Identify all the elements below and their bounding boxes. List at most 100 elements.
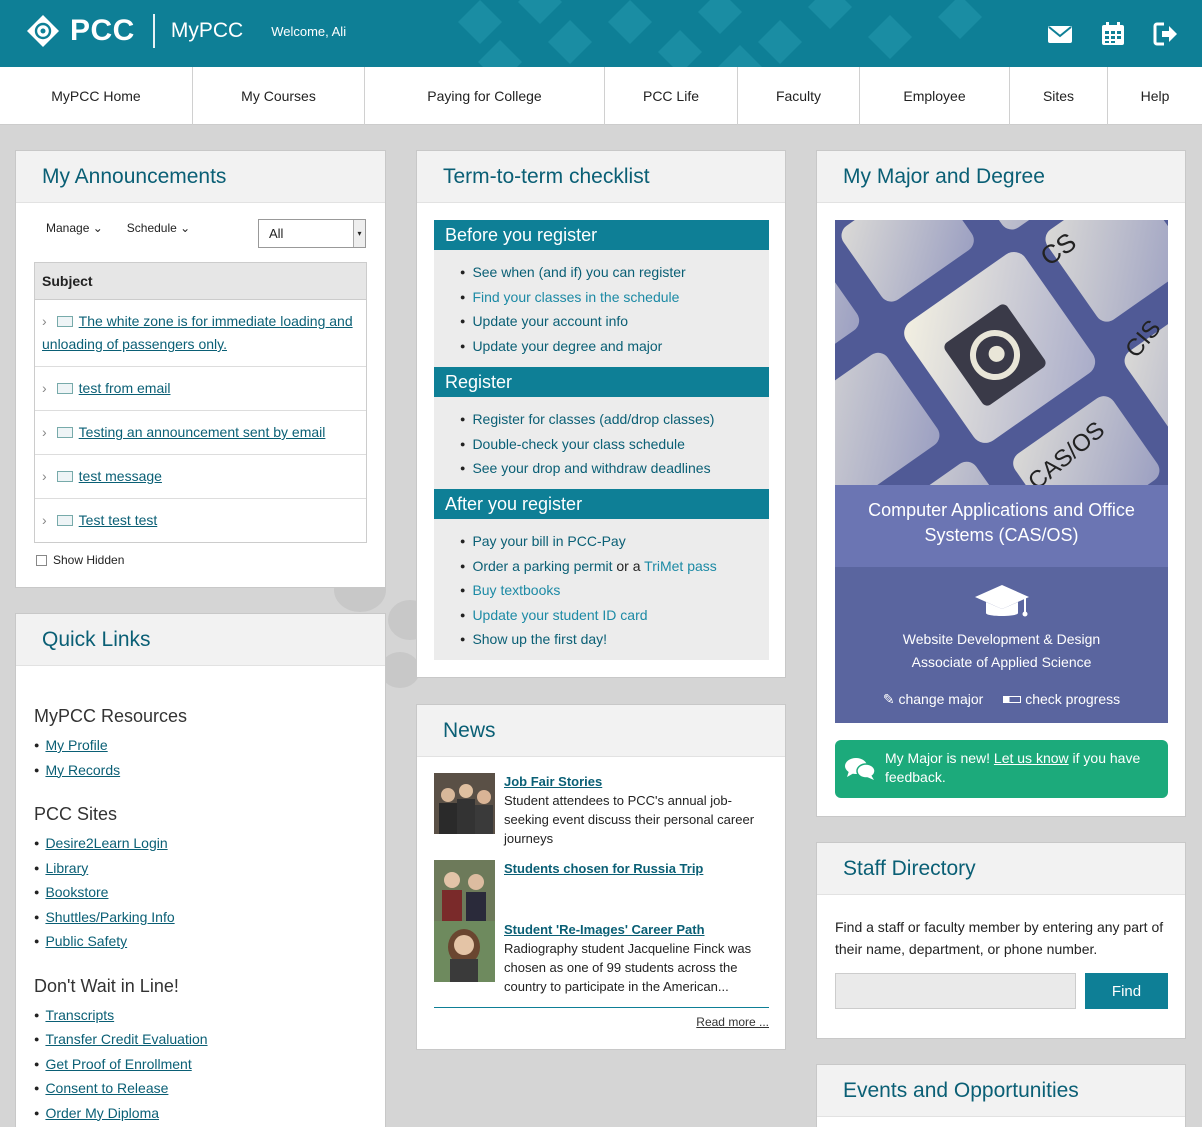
list-item: Consent to Release (34, 1076, 385, 1101)
parking-permit-link[interactable]: Order a parking permit (472, 558, 612, 574)
schedule-dropdown[interactable]: Schedule ⌄ (127, 221, 190, 235)
table-row: › test from email (35, 367, 366, 411)
calendar-icon[interactable] (1099, 20, 1127, 48)
expand-chevron-icon[interactable]: › (42, 512, 47, 528)
nav-mypcc-home[interactable]: MyPCC Home (0, 67, 193, 125)
expand-chevron-icon[interactable]: › (42, 468, 47, 484)
list-item[interactable]: Update your degree and major (460, 334, 769, 359)
announcements-panel: My Announcements Manage ⌄ Schedule ⌄ All… (15, 150, 386, 588)
quick-link[interactable]: Get Proof of Enrollment (45, 1056, 191, 1072)
nav-sites[interactable]: Sites (1010, 67, 1108, 125)
checklist-title: Term-to-term checklist (417, 151, 785, 203)
feedback-link[interactable]: Let us know (994, 750, 1069, 766)
news-panel: News Job Fair Stories Student attendees … (416, 704, 786, 1050)
expand-chevron-icon[interactable]: › (42, 424, 47, 440)
feedback-text: My Major is new! (885, 750, 991, 766)
announcement-link[interactable]: The white zone is for immediate loading … (42, 313, 353, 352)
expand-chevron-icon[interactable]: › (42, 313, 47, 329)
quick-link[interactable]: Transcripts (45, 1007, 114, 1023)
announcement-link[interactable]: test from email (79, 380, 171, 396)
quick-links-group: MyPCC Resources My Profile My Records (34, 706, 385, 782)
program-name: Computer Applications and Office Systems… (835, 485, 1168, 567)
announcement-link[interactable]: Testing an announcement sent by email (79, 424, 326, 440)
list-item: Transcripts (34, 1003, 385, 1028)
news-thumbnail[interactable] (434, 860, 495, 921)
manage-dropdown[interactable]: Manage ⌄ (46, 221, 103, 235)
list-item[interactable]: Register for classes (add/drop classes) (460, 407, 769, 432)
show-hidden-toggle[interactable]: Show Hidden (36, 553, 124, 567)
list-item: My Records (34, 758, 385, 783)
site-logo[interactable]: PCC MyPCC Welcome, Ali (26, 14, 346, 48)
expand-chevron-icon[interactable]: › (42, 380, 47, 396)
news-title-link[interactable]: Students chosen for Russia Trip (504, 860, 703, 878)
nav-pcc-life[interactable]: PCC Life (605, 67, 738, 125)
change-major-button[interactable]: ✎ change major (883, 691, 983, 708)
list-item[interactable]: See when (and if) you can register (460, 260, 769, 285)
news-summary: Radiography student Jacqueline Finck was… (504, 941, 752, 994)
quick-link[interactable]: My Records (45, 762, 120, 778)
announcement-link[interactable]: Test test test (79, 512, 158, 528)
trimet-pass-link[interactable]: TriMet pass (644, 558, 717, 574)
events-panel: Events and Opportunities (816, 1064, 1186, 1127)
degree-box: Website Development & Design Associate o… (835, 567, 1168, 723)
staff-search-input[interactable] (835, 973, 1076, 1009)
show-hidden-checkbox[interactable] (36, 554, 47, 566)
graduation-cap-icon (974, 585, 1029, 617)
quick-link[interactable]: Library (45, 860, 88, 876)
keyboard-image: CS CIS CAS/OS (835, 220, 1168, 485)
pencil-icon: ✎ (882, 691, 895, 707)
list-item[interactable]: Buy textbooks (460, 578, 769, 603)
site-header: PCC MyPCC Welcome, Ali (0, 0, 1202, 67)
list-item: Shuttles/Parking Info (34, 905, 385, 930)
staff-directory-title: Staff Directory (817, 843, 1185, 895)
news-title: News (417, 705, 785, 757)
quick-link[interactable]: Public Safety (45, 933, 127, 949)
select-arrow-icon: ▾ (353, 220, 365, 247)
quick-link[interactable]: Consent to Release (45, 1080, 168, 1096)
pcc-logo-icon (27, 15, 59, 47)
find-button[interactable]: Find (1085, 973, 1168, 1009)
quick-link[interactable]: Desire2Learn Login (45, 835, 167, 851)
table-row: › test message (35, 455, 366, 499)
nav-paying-for-college[interactable]: Paying for College (365, 67, 605, 125)
staff-directory-panel: Staff Directory Find a staff or faculty … (816, 842, 1186, 1039)
chat-bubbles-icon (845, 758, 876, 780)
list-item[interactable]: Pay your bill in PCC-Pay (460, 529, 769, 554)
nav-help[interactable]: Help (1108, 67, 1202, 125)
progress-bar-icon (1003, 696, 1022, 703)
nav-employee[interactable]: Employee (860, 67, 1010, 125)
logout-icon[interactable] (1152, 20, 1180, 48)
news-thumbnail[interactable] (434, 773, 495, 834)
announcement-link[interactable]: test message (79, 468, 162, 484)
chevron-down-icon: ⌄ (180, 221, 191, 235)
events-title: Events and Opportunities (817, 1065, 1185, 1117)
nav-faculty[interactable]: Faculty (738, 67, 860, 125)
nav-my-courses[interactable]: My Courses (193, 67, 365, 125)
list-item[interactable]: Update your student ID card (460, 603, 769, 628)
news-summary: Student attendees to PCC's annual job-se… (504, 793, 755, 846)
mail-icon[interactable] (1046, 20, 1074, 48)
quick-link[interactable]: Order My Diploma (45, 1105, 159, 1121)
list-item[interactable]: See your drop and withdraw deadlines (460, 456, 769, 481)
group-heading: Don't Wait in Line! (34, 975, 179, 996)
quick-link[interactable]: Shuttles/Parking Info (45, 909, 174, 925)
list-item[interactable]: Update your account info (460, 309, 769, 334)
check-progress-button[interactable]: check progress (1003, 691, 1120, 708)
list-item: Transfer Credit Evaluation (34, 1027, 385, 1052)
news-thumbnail[interactable] (434, 921, 495, 982)
section-heading: Register (434, 367, 769, 397)
list-item: Library (34, 856, 385, 881)
news-title-link[interactable]: Job Fair Stories (504, 773, 769, 791)
list-item[interactable]: Double-check your class schedule (460, 432, 769, 457)
news-title-link[interactable]: Student 'Re-Images' Career Path (504, 921, 769, 939)
list-item: Bookstore (34, 880, 385, 905)
group-heading: PCC Sites (34, 804, 118, 824)
quick-link[interactable]: Transfer Credit Evaluation (45, 1031, 207, 1047)
read-more-link[interactable]: Read more ... (696, 1015, 769, 1029)
list-item[interactable]: Find your classes in the schedule (460, 285, 769, 310)
quick-link[interactable]: Bookstore (45, 884, 108, 900)
quick-link[interactable]: My Profile (45, 737, 107, 753)
list-item[interactable]: Show up the first day! (460, 627, 769, 652)
announcement-filter-select[interactable]: All ▾ (258, 219, 366, 248)
read-more-link-row: Read more ... (434, 1007, 769, 1029)
